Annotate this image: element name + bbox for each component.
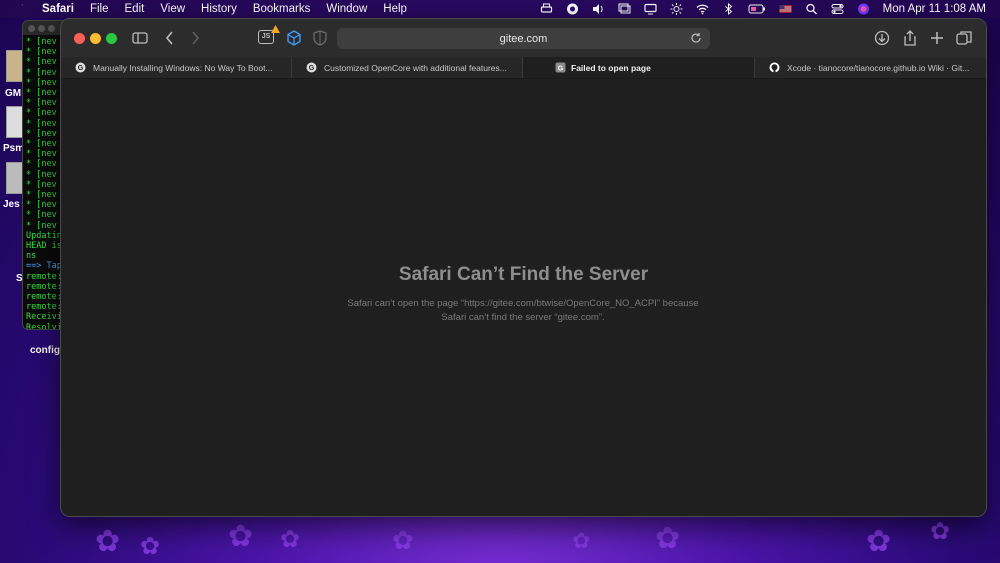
tab-manually-installing-windows[interactable]: G Manually Installing Windows: No Way To… <box>61 57 292 78</box>
gitee-favicon-icon: G <box>75 62 86 73</box>
desktop-label: Jes <box>3 199 20 210</box>
wallpaper-flower: ✿ <box>95 525 121 558</box>
wallpaper-flower: ✿ <box>392 525 414 555</box>
menu-view[interactable]: View <box>160 3 185 15</box>
menu-edit[interactable]: Edit <box>125 3 145 15</box>
page-content: Safari Can’t Find the Server Safari can’… <box>61 79 986 516</box>
github-favicon-icon <box>769 62 780 73</box>
new-tab-icon[interactable] <box>928 29 946 47</box>
tab-customized-opencore[interactable]: G Customized OpenCore with additional fe… <box>292 57 523 78</box>
minimize-button[interactable] <box>90 33 101 44</box>
wallpaper-flower: ✿ <box>866 525 892 558</box>
address-bar[interactable]: gitee.com <box>337 28 710 49</box>
reload-icon[interactable] <box>690 32 702 44</box>
menu-clock[interactable]: Mon Apr 11 1:08 AM <box>883 3 986 15</box>
wallpaper-flower: ✿ <box>572 528 591 553</box>
tab-label: Failed to open page <box>571 62 651 73</box>
battery-icon[interactable] <box>748 3 766 15</box>
warning-icon <box>271 25 280 33</box>
display-icon[interactable] <box>644 3 657 15</box>
menu-history[interactable]: History <box>201 3 237 15</box>
desktop-label: Psm <box>3 143 25 154</box>
printer-icon[interactable] <box>540 3 553 15</box>
wallpaper-flower: ✿ <box>228 520 254 553</box>
menu-help[interactable]: Help <box>383 3 407 15</box>
tab-label: Customized OpenCore with additional feat… <box>324 62 507 73</box>
bluetooth-icon[interactable] <box>722 3 735 15</box>
desktop-label: config <box>30 345 60 356</box>
menu-bar: Safari File Edit View History Bookmarks … <box>0 0 1000 18</box>
close-button[interactable] <box>74 33 85 44</box>
siri-icon[interactable] <box>857 3 870 15</box>
menu-file[interactable]: File <box>90 3 109 15</box>
svg-text:G: G <box>309 65 315 72</box>
js-badge-label: JS <box>261 33 271 40</box>
safari-window[interactable]: JS gitee.com G Manually Installing Windo… <box>60 18 987 517</box>
tab-xcode-tianocore-wiki[interactable]: Xcode · tianocore/tianocore.github.io Wi… <box>755 57 986 78</box>
wallpaper-flower: ✿ <box>655 522 681 555</box>
tab-overview-icon[interactable] <box>955 29 973 47</box>
svg-text:G: G <box>558 65 564 72</box>
back-icon[interactable] <box>161 29 179 47</box>
menu-bookmarks[interactable]: Bookmarks <box>253 3 311 15</box>
privacy-shield-icon[interactable] <box>311 29 329 47</box>
status-menus: Mon Apr 11 1:08 AM <box>540 0 986 18</box>
app-status-icon[interactable] <box>566 3 579 15</box>
gitee-favicon-icon: G <box>306 62 317 73</box>
spotlight-icon[interactable] <box>805 3 818 15</box>
wallpaper-flower: ✿ <box>930 518 951 545</box>
menu-window[interactable]: Window <box>326 3 367 15</box>
menu-app-name[interactable]: Safari <box>42 3 74 15</box>
screen-mirroring-icon[interactable] <box>618 3 631 15</box>
apple-menu-icon[interactable] <box>14 2 28 16</box>
address-text: gitee.com <box>499 32 548 45</box>
error-message-line: Safari can’t find the server “gitee.com”… <box>441 312 605 323</box>
volume-icon[interactable] <box>592 3 605 15</box>
svg-text:G: G <box>78 65 84 72</box>
desktop-label: GM <box>5 88 22 99</box>
wifi-icon[interactable] <box>696 3 709 15</box>
error-message-line: Safari can’t open the page “https://gite… <box>347 298 699 309</box>
brightness-icon[interactable] <box>670 3 683 15</box>
error-message: Safari can’t open the page “https://gite… <box>323 297 723 325</box>
control-center-icon[interactable] <box>831 3 844 15</box>
tab-failed-to-open-page[interactable]: G Failed to open page <box>523 57 755 78</box>
share-icon[interactable] <box>901 29 919 47</box>
zoom-button[interactable] <box>106 33 117 44</box>
tab-label: Manually Installing Windows: No Way To B… <box>93 62 273 73</box>
tab-bar: G Manually Installing Windows: No Way To… <box>61 57 986 79</box>
safari-toolbar: JS gitee.com <box>61 19 986 57</box>
forward-icon[interactable] <box>186 29 204 47</box>
generic-favicon-icon: G <box>555 62 566 73</box>
downloads-icon[interactable] <box>873 29 891 47</box>
tab-label: Xcode · tianocore/tianocore.github.io Wi… <box>787 62 970 73</box>
extension-cube-icon[interactable] <box>285 29 303 47</box>
error-title: Safari Can’t Find the Server <box>398 264 649 285</box>
wallpaper-flower: ✿ <box>280 526 301 553</box>
wallpaper-flower: ✿ <box>140 533 161 560</box>
flag-icon[interactable] <box>779 3 792 15</box>
sidebar-icon[interactable] <box>131 29 149 47</box>
